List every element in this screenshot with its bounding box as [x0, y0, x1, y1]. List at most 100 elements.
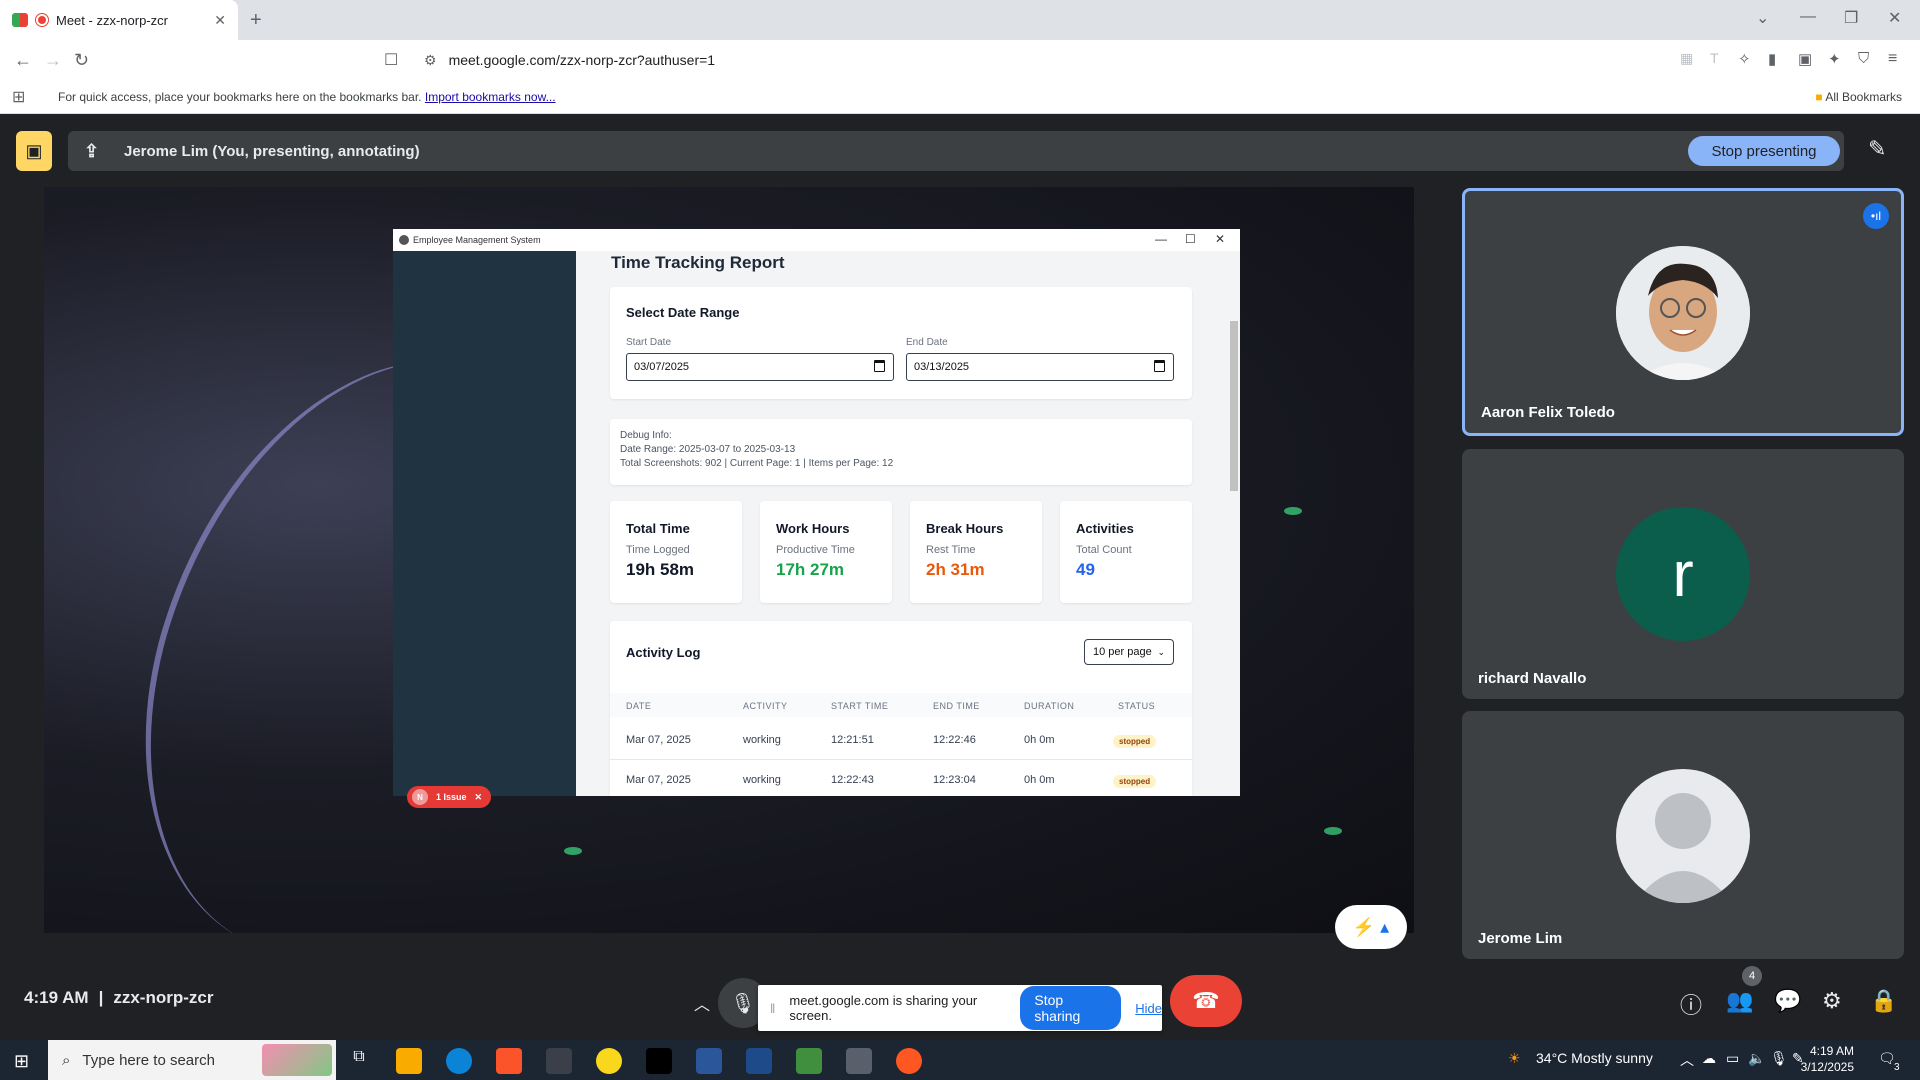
scroll-thumb[interactable] [1230, 321, 1238, 491]
new-tab-button[interactable]: + [250, 9, 262, 32]
wallet-icon[interactable]: ▣ [1798, 50, 1812, 68]
bookmark-icon[interactable]: ☐ [384, 50, 398, 70]
col-duration: DURATION [1024, 701, 1075, 711]
brave-icon[interactable] [496, 1048, 522, 1074]
app-logo-icon [399, 235, 409, 245]
app-icon[interactable] [546, 1048, 572, 1074]
app-minimize-icon[interactable]: — [1155, 232, 1167, 246]
address-bar[interactable]: ⚙ meet.google.com/zzx-norp-zcr?authuser=… [410, 46, 1495, 74]
participant-name: Aaron Felix Toledo [1481, 404, 1615, 421]
stat-sub: Total Count [1076, 544, 1132, 556]
app-icon[interactable] [596, 1048, 622, 1074]
tab-search-icon[interactable]: ⌄ [1756, 8, 1769, 28]
cell-duration: 0h 0m [1024, 774, 1055, 786]
app-icon[interactable] [746, 1048, 772, 1074]
app-maximize-icon[interactable]: ☐ [1185, 232, 1196, 246]
participant-tile[interactable]: r richard Navallo [1462, 449, 1904, 699]
app-icon[interactable] [796, 1048, 822, 1074]
network-icon[interactable]: ▭ [1726, 1050, 1739, 1067]
debug-date-range: Date Range: 2025-03-07 to 2025-03-13 [620, 444, 796, 455]
onedrive-icon[interactable]: ☁ [1702, 1050, 1716, 1067]
minimize-button[interactable]: — [1800, 8, 1816, 26]
meeting-code: zzx-norp-zcr [113, 988, 214, 1007]
reload-icon[interactable]: ↻ [74, 50, 89, 71]
stop-sharing-button[interactable]: Stop sharing [1020, 986, 1122, 1030]
host-controls-icon[interactable]: 🔒 [1870, 988, 1897, 1014]
cell-start: 12:21:51 [831, 734, 874, 746]
calendar-icon[interactable] [874, 360, 885, 372]
menu-icon[interactable]: ≡ [1888, 50, 1897, 68]
stat-value: 19h 58m [626, 560, 695, 579]
participant-tile[interactable]: •ıl Aaron Felix Toledo [1462, 188, 1904, 436]
forward-icon[interactable]: → [44, 50, 62, 71]
date-range-card: Select Date Range Start Date End Date 03… [610, 287, 1192, 399]
close-tab-icon[interactable]: ✕ [214, 12, 226, 29]
import-bookmarks-link[interactable]: Import bookmarks now... [425, 90, 556, 104]
search-icon: ⌕ [62, 1051, 71, 1069]
participant-tile[interactable]: Jerome Lim [1462, 711, 1904, 959]
avatar: r [1616, 507, 1750, 641]
presenting-indicator-icon[interactable]: ▣ [16, 131, 52, 171]
restore-button[interactable]: ❐ [1844, 8, 1858, 28]
app-icon[interactable] [646, 1048, 672, 1074]
issue-close-icon[interactable]: ✕ [475, 792, 483, 803]
annotation-toolbar-widget[interactable]: ⚡ ▴ [1335, 905, 1407, 949]
site-info-icon[interactable]: ⚙ [424, 52, 437, 69]
issue-badge[interactable]: N 1 Issue ✕ [407, 786, 491, 808]
word-icon[interactable] [696, 1048, 722, 1074]
tab-meet[interactable]: Meet - zzx-norp-zcr ✕ [0, 0, 238, 40]
leo-ai-icon[interactable]: ✦ [1828, 50, 1841, 68]
weather-text[interactable]: 34°C Mostly sunny [1536, 1050, 1653, 1066]
windows-start-icon[interactable]: ⊞ [14, 1051, 29, 1072]
chevron-down-icon: ⌄ [1157, 646, 1165, 657]
taskbar-search[interactable]: ⌕ Type here to search [48, 1040, 336, 1080]
drag-handle-icon[interactable]: ‖ [770, 1001, 775, 1016]
calendar-icon[interactable] [1154, 360, 1165, 372]
meet-favicon-icon [12, 13, 28, 27]
per-page-select[interactable]: 10 per page ⌄ [1084, 639, 1174, 665]
edge-icon[interactable] [446, 1048, 472, 1074]
file-explorer-icon[interactable] [396, 1048, 422, 1074]
vpn-icon[interactable]: ⛉ [1858, 50, 1869, 67]
app-sidebar: N 1 Issue ✕ [393, 251, 576, 808]
avatar [1616, 246, 1750, 380]
leave-call-button[interactable]: ☎ [1170, 975, 1242, 1027]
show-hidden-icons-icon[interactable]: ︿ [1680, 1050, 1694, 1070]
present-screen-icon: ⇪ [84, 141, 100, 161]
volume-icon[interactable]: 🔈 [1748, 1050, 1765, 1067]
end-date-value: 03/13/2025 [914, 361, 970, 373]
cell-date: Mar 07, 2025 [626, 774, 691, 786]
translate-icon[interactable]: T [1710, 50, 1719, 66]
cell-end: 12:22:46 [933, 734, 976, 746]
meeting-time: 4:19 AM [24, 988, 89, 1007]
extensions-icon[interactable]: ✧ [1738, 50, 1751, 68]
weather-icon: ☀ [1508, 1050, 1521, 1066]
sidebar-icon[interactable]: ▮ [1768, 50, 1776, 68]
info-icon[interactable]: ⓘ [1680, 988, 1702, 1020]
chat-icon[interactable]: 💬 [1774, 988, 1801, 1014]
start-date-field[interactable]: 03/07/2025 [626, 353, 894, 381]
debug-heading: Debug Info: [620, 430, 672, 441]
people-count-badge: 4 [1742, 966, 1762, 986]
app-close-icon[interactable]: ✕ [1215, 232, 1225, 246]
system-clock[interactable]: 4:19 AM 3/12/2025 [1798, 1043, 1854, 1075]
apps-grid-icon[interactable]: ⊞ [12, 87, 25, 107]
end-date-field[interactable]: 03/13/2025 [906, 353, 1174, 381]
col-date: DATE [626, 701, 652, 711]
people-icon[interactable]: 👥 [1726, 988, 1753, 1014]
hide-link[interactable]: Hide [1135, 1001, 1162, 1016]
app-icon[interactable] [846, 1048, 872, 1074]
all-bookmarks-button[interactable]: ■ All Bookmarks [1815, 90, 1902, 104]
activities-icon[interactable]: ⚙ [1822, 988, 1842, 1014]
task-view-icon[interactable]: ⧉ [346, 1048, 372, 1074]
close-window-button[interactable]: ✕ [1888, 8, 1901, 28]
extension-icon[interactable]: ▦ [1680, 50, 1693, 67]
annotate-pen-icon[interactable]: ✎ [1868, 136, 1886, 162]
mic-tray-icon[interactable]: 🎙 [1770, 1050, 1788, 1067]
app-icon[interactable] [896, 1048, 922, 1074]
back-icon[interactable]: ← [14, 50, 32, 71]
activity-log-heading: Activity Log [626, 645, 701, 660]
col-activity: ACTIVITY [743, 701, 788, 711]
stop-presenting-button[interactable]: Stop presenting [1688, 136, 1840, 166]
app-scrollbar[interactable] [1230, 261, 1238, 791]
